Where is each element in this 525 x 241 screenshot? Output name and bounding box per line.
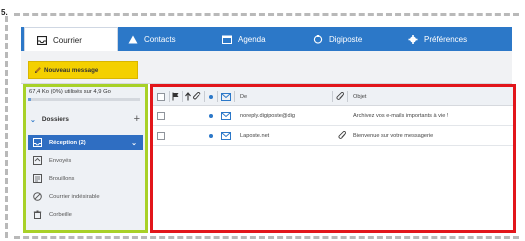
tab-label: Digiposte xyxy=(329,34,363,44)
folder-label: Brouillons xyxy=(49,175,75,182)
sent-icon xyxy=(33,156,42,165)
dashed-frame-top xyxy=(14,13,519,16)
column-separator xyxy=(347,91,348,102)
tab-label: Préférences xyxy=(424,34,468,44)
column-separator xyxy=(234,91,235,102)
select-all-checkbox[interactable] xyxy=(157,87,165,106)
quota-bar xyxy=(28,98,140,101)
quota-text: 67,4 Ko (0%) utilisés sur 4,9 Go xyxy=(29,89,111,95)
tab-digiposte[interactable]: Digiposte xyxy=(313,27,362,51)
inbox-icon xyxy=(37,35,47,45)
message-subject: Archivez vos e-mails importants à vie ! xyxy=(353,112,449,119)
new-message-button[interactable]: Nouveau message xyxy=(28,61,138,79)
row-checkbox[interactable] xyxy=(157,126,165,145)
calendar-icon xyxy=(222,35,232,44)
message-sender: noreply.digiposte@dig xyxy=(240,112,296,119)
digiposte-icon xyxy=(313,34,323,44)
flag-column-icon[interactable] xyxy=(172,87,180,106)
trash-icon xyxy=(33,210,42,219)
unread-dot xyxy=(209,126,213,145)
folders-label: Dossiers xyxy=(41,116,69,123)
unread-dot xyxy=(209,106,213,125)
dashed-frame-bottom xyxy=(14,236,519,239)
tab-label: Courrier xyxy=(53,35,82,45)
folder-courrier-indesirable[interactable]: Courrier indésirable xyxy=(28,189,143,204)
new-message-label: Nouveau message xyxy=(44,66,99,74)
folder-label: Réception (2) xyxy=(49,139,86,146)
contacts-icon xyxy=(128,35,138,44)
message-subject: Bienvenue sur votre messagerie xyxy=(353,132,434,139)
column-header-from[interactable]: De xyxy=(240,87,247,106)
folder-label: Corbeille xyxy=(49,211,72,218)
message-row[interactable]: noreply.digiposte@dig Archivez vos e-mai… xyxy=(153,106,513,126)
tab-agenda[interactable]: Agenda xyxy=(222,27,266,51)
folders-header[interactable]: ⌄ Dossiers + xyxy=(26,111,145,128)
column-header-subject[interactable]: Objet xyxy=(353,87,366,106)
quota-fill xyxy=(28,98,32,101)
storage-quota: 67,4 Ko (0%) utilisés sur 4,9 Go xyxy=(27,89,147,104)
envelope-icon xyxy=(221,106,231,125)
drafts-icon xyxy=(33,174,42,183)
folder-label: Envoyés xyxy=(49,157,72,164)
chevron-down-icon: ⌄ xyxy=(30,116,36,124)
envelope-column-icon[interactable] xyxy=(221,87,231,106)
unread-column-icon[interactable] xyxy=(209,87,213,106)
column-separator xyxy=(182,91,183,102)
gear-icon xyxy=(408,34,418,44)
message-sender: Laposte.net xyxy=(240,132,270,139)
column-separator xyxy=(169,91,170,102)
attachment-icon xyxy=(338,126,347,145)
attachment-icon[interactable] xyxy=(336,87,345,106)
attachment-column-icon[interactable] xyxy=(193,87,201,106)
pencil-icon xyxy=(34,66,42,74)
tab-label: Agenda xyxy=(238,34,266,44)
add-folder-button[interactable]: + xyxy=(134,111,140,128)
folder-corbeille[interactable]: Corbeille xyxy=(28,207,143,222)
folder-sidebar: 67,4 Ko (0%) utilisés sur 4,9 Go ⌄ Dossi… xyxy=(23,84,148,233)
column-separator xyxy=(204,91,205,102)
row-checkbox[interactable] xyxy=(157,106,165,125)
chevron-down-icon: ⌄ xyxy=(131,139,137,147)
spam-icon xyxy=(33,192,42,201)
envelope-icon xyxy=(221,126,231,145)
folder-brouillons[interactable]: Brouillons xyxy=(28,171,143,186)
main-tab-bar: Courrier Contacts Agenda Digiposte Préfé… xyxy=(21,27,512,52)
message-list: De Objet noreply.digiposte@dig Archivez … xyxy=(150,84,516,233)
dashed-frame-left xyxy=(5,16,8,238)
tab-courrier[interactable]: Courrier xyxy=(24,27,118,52)
tab-contacts[interactable]: Contacts xyxy=(128,27,176,51)
priority-column-icon[interactable] xyxy=(184,87,192,106)
message-list-header: De Objet xyxy=(153,87,513,106)
tab-label: Contacts xyxy=(144,34,176,44)
column-separator xyxy=(217,91,218,102)
column-separator xyxy=(332,91,333,102)
folder-reception[interactable]: Réception (2) ⌄ xyxy=(28,135,143,150)
inbox-icon xyxy=(33,138,42,147)
folder-envoyes[interactable]: Envoyés xyxy=(28,153,143,168)
tab-preferences[interactable]: Préférences xyxy=(408,27,467,51)
message-row[interactable]: Laposte.net Bienvenue sur votre messager… xyxy=(153,126,513,146)
folder-label: Courrier indésirable xyxy=(49,193,100,200)
